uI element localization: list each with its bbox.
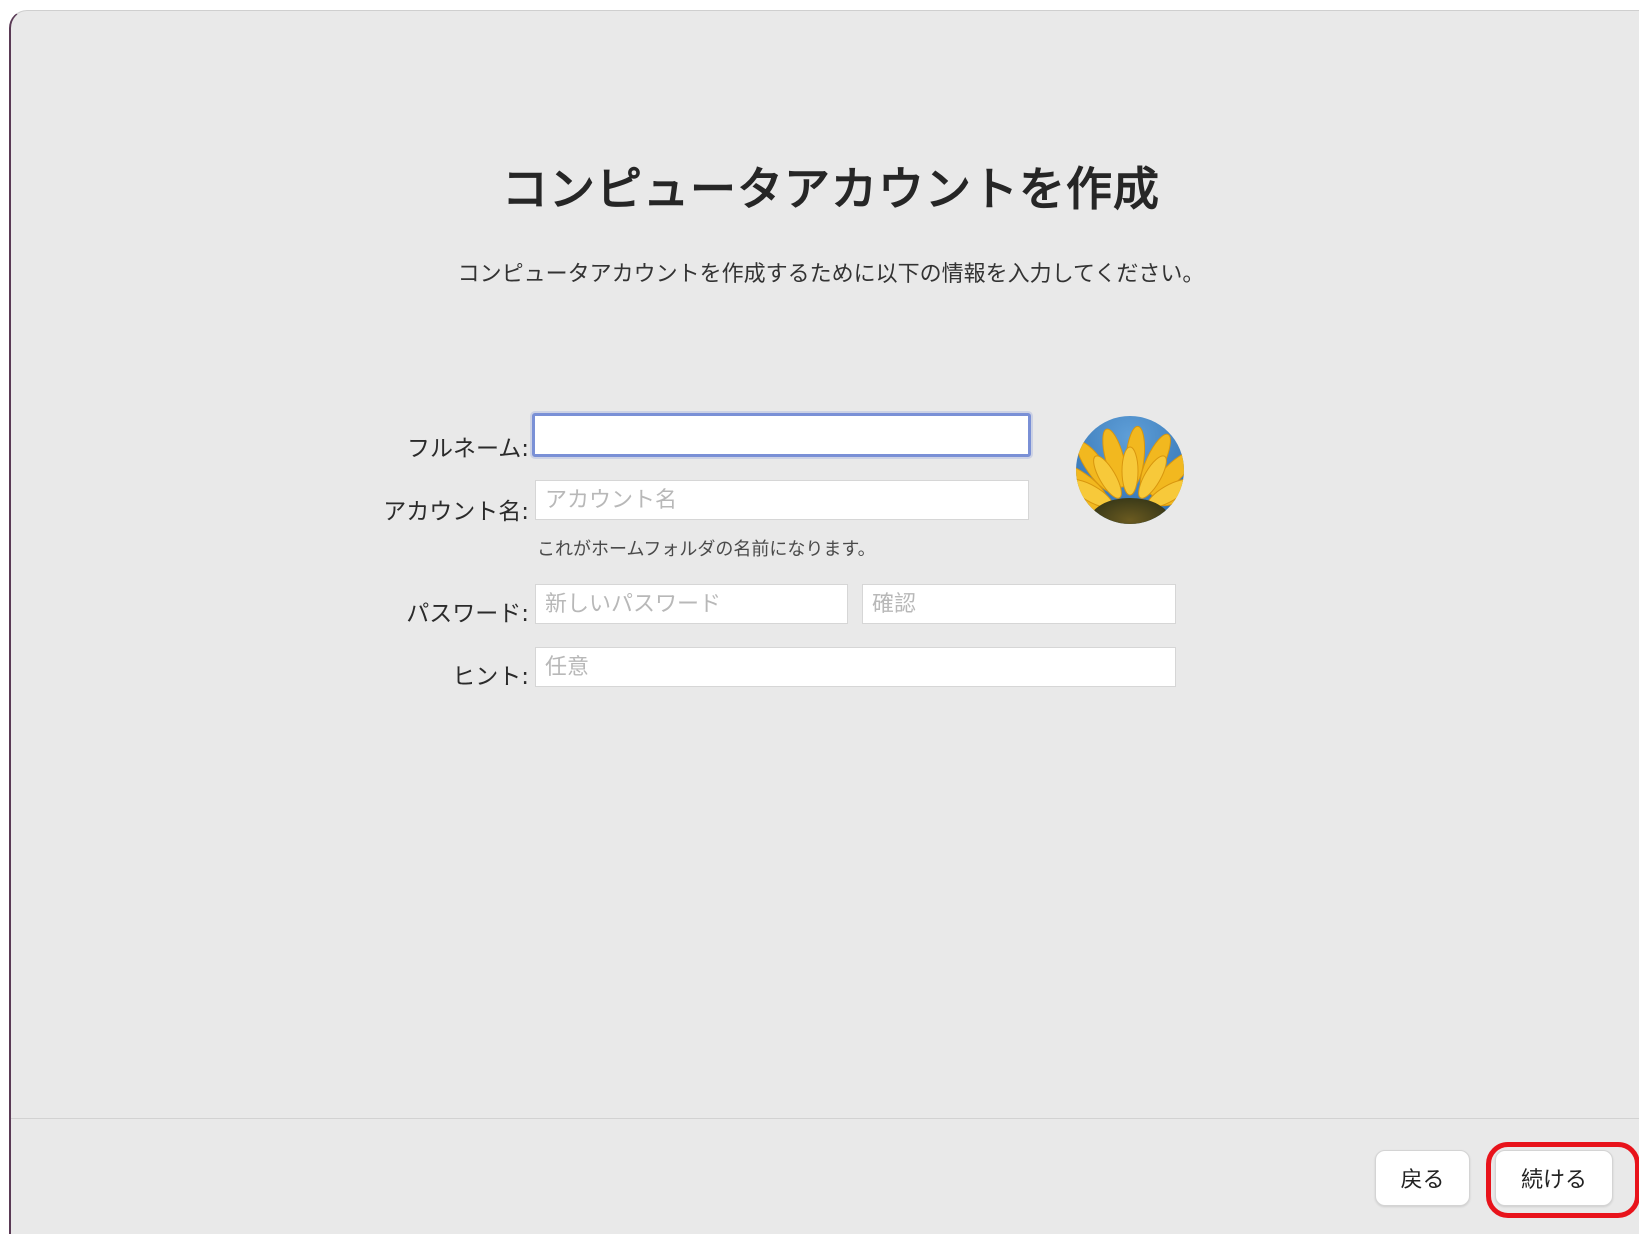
account-name-note: これがホームフォルダの名前になります。 bbox=[537, 539, 876, 560]
setup-window: コンピュータアカウントを作成 コンピュータアカウントを作成するために以下の情報を… bbox=[9, 10, 1639, 1234]
full-name-label: フルネーム: bbox=[406, 436, 529, 462]
password-label: パスワード: bbox=[406, 601, 529, 627]
confirm-password-input[interactable] bbox=[862, 584, 1176, 624]
full-name-input[interactable] bbox=[532, 413, 1031, 457]
continue-highlight-annotation bbox=[1486, 1142, 1639, 1218]
account-name-input[interactable] bbox=[535, 480, 1029, 520]
page-subtitle: コンピュータアカウントを作成するために以下の情報を入力してください。 bbox=[457, 262, 1205, 287]
hint-label: ヒント: bbox=[452, 664, 529, 690]
footer-divider bbox=[11, 1118, 1639, 1119]
new-password-input[interactable] bbox=[535, 584, 848, 624]
user-avatar[interactable] bbox=[1076, 416, 1184, 524]
account-name-label: アカウント名: bbox=[383, 499, 529, 525]
page-title: コンピュータアカウントを作成 bbox=[502, 162, 1160, 216]
sunflower-picture-icon bbox=[1076, 416, 1184, 524]
hint-input[interactable] bbox=[535, 647, 1176, 687]
back-button[interactable]: 戻る bbox=[1375, 1150, 1470, 1206]
